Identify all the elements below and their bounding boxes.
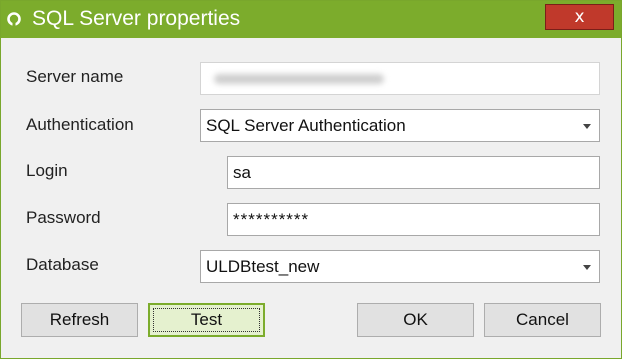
test-button[interactable]: Test bbox=[148, 303, 265, 337]
password-input[interactable]: ********** bbox=[227, 203, 600, 236]
title-bar[interactable]: SQL Server properties x bbox=[1, 1, 621, 38]
test-button-label: Test bbox=[190, 310, 223, 329]
database-value: ULDBtest_new bbox=[206, 257, 320, 276]
refresh-button-label: Refresh bbox=[49, 310, 110, 329]
database-label: Database bbox=[26, 255, 99, 274]
dialog-title: SQL Server properties bbox=[32, 7, 241, 30]
authentication-value: SQL Server Authentication bbox=[206, 116, 406, 135]
dropdown-arrow-icon[interactable] bbox=[583, 265, 591, 270]
login-label: Login bbox=[26, 161, 68, 180]
cancel-button[interactable]: Cancel bbox=[484, 303, 601, 337]
password-label: Password bbox=[26, 208, 101, 227]
close-button[interactable]: x bbox=[545, 4, 614, 30]
server-name-label: Server name bbox=[26, 67, 124, 86]
authentication-select[interactable]: SQL Server Authentication bbox=[200, 109, 600, 142]
authentication-label: Authentication bbox=[26, 115, 134, 134]
refresh-button[interactable]: Refresh bbox=[21, 303, 138, 337]
password-value: ********** bbox=[233, 210, 310, 229]
server-name-field[interactable] bbox=[200, 62, 600, 95]
ok-button[interactable]: OK bbox=[357, 303, 474, 337]
sql-server-properties-dialog: SQL Server properties x Server name Auth… bbox=[0, 0, 622, 359]
database-select[interactable]: ULDBtest_new bbox=[200, 250, 600, 283]
app-logo-icon bbox=[7, 12, 21, 27]
ok-button-label: OK bbox=[403, 310, 428, 329]
dropdown-arrow-icon[interactable] bbox=[583, 124, 591, 129]
login-input[interactable]: sa bbox=[227, 156, 600, 189]
login-value: sa bbox=[233, 163, 251, 182]
cancel-button-label: Cancel bbox=[516, 310, 569, 329]
server-name-value-redacted bbox=[214, 74, 384, 84]
